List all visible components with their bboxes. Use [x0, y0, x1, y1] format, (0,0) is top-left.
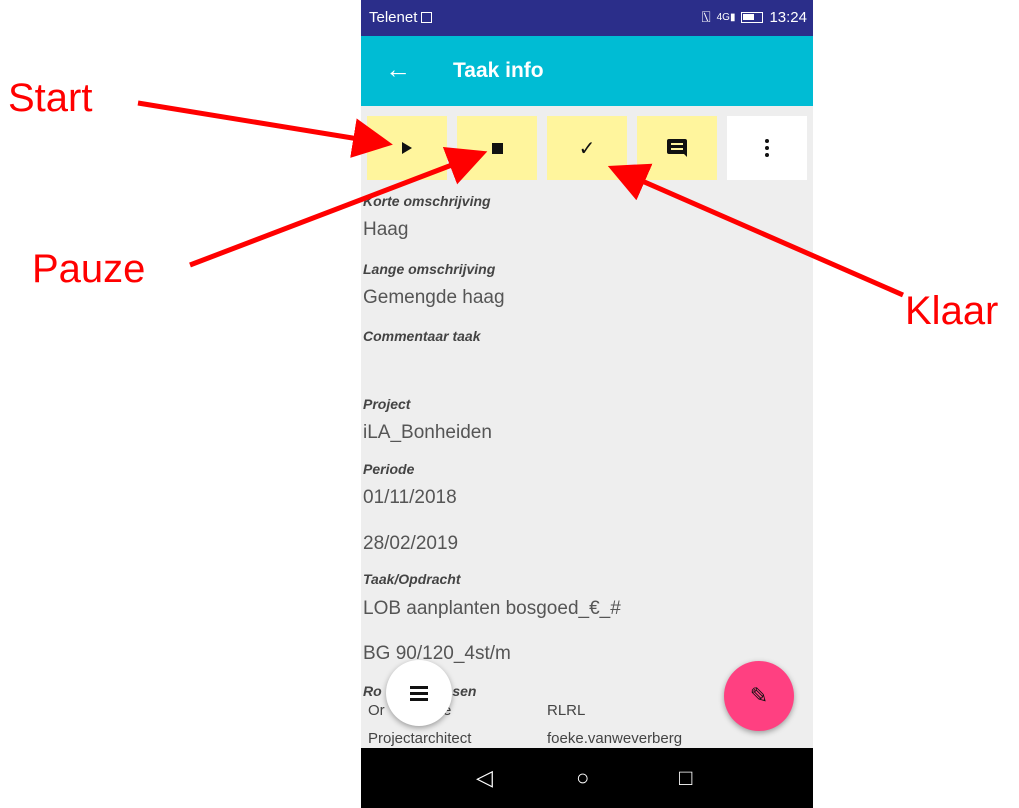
- annotation-arrows: [137, 100, 905, 298]
- arrow-klaar: [607, 163, 905, 298]
- arrow-start: [137, 100, 393, 158]
- arrow-pauze: [189, 147, 488, 268]
